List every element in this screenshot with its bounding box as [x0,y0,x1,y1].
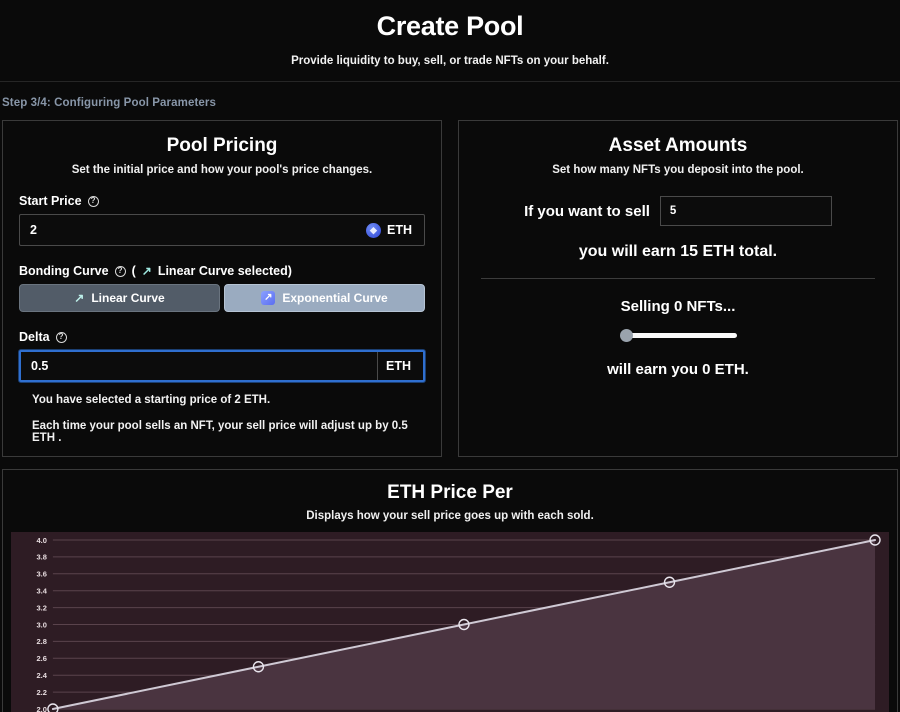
exponential-curve-label: Exponential Curve [282,291,387,305]
will-earn-text: will earn you 0 ETH. [475,361,881,378]
selling-slider[interactable] [620,328,737,342]
start-price-input-row[interactable]: ◆ ETH [19,214,425,246]
chart-subtitle: Displays how your sell price goes up wit… [11,510,889,522]
pool-pricing-title: Pool Pricing [19,135,425,158]
delta-label: Delta [19,330,50,344]
price-chart-panel: ETH Price Per Displays how your sell pri… [2,469,898,712]
chart-svg: 4.03.83.63.43.23.02.82.62.42.22.012345 [11,532,889,712]
slider-thumb[interactable] [620,329,633,342]
asset-panel-divider [481,278,875,279]
asset-amounts-subtitle: Set how many NFTs you deposit into the p… [475,164,881,176]
selling-slider-wrap [475,328,881,342]
svg-text:2.8: 2.8 [37,637,47,646]
svg-text:3.4: 3.4 [37,587,48,596]
svg-text:2.6: 2.6 [37,654,47,663]
delta-unit: ETH [377,352,423,380]
delta-unit-label: ETH [386,359,411,373]
question-circle-icon[interactable]: ? [56,332,67,343]
start-price-label: Start Price [19,194,82,208]
svg-text:3.8: 3.8 [37,553,47,562]
sell-amount-label: If you want to sell [524,203,650,220]
exponential-icon: ↗ [261,291,275,305]
svg-text:2.0: 2.0 [37,705,47,712]
svg-text:4.0: 4.0 [37,536,47,545]
svg-text:3.0: 3.0 [37,620,47,629]
question-circle-icon[interactable]: ? [88,196,99,207]
asset-amounts-title: Asset Amounts [475,135,881,158]
question-circle-icon[interactable]: ? [115,266,126,277]
page-header: Create Pool Provide liquidity to buy, se… [0,0,900,81]
start-price-unit-label: ETH [387,223,412,237]
sell-amount-row: If you want to sell [475,196,881,226]
delta-label-row: Delta ? [19,330,425,344]
start-price-label-row: Start Price ? [19,194,425,208]
app-root: Create Pool Provide liquidity to buy, se… [0,0,900,712]
slider-track[interactable] [627,333,737,338]
svg-text:3.6: 3.6 [37,570,47,579]
selling-count-text: Selling 0 NFTs... [475,298,881,315]
nft-amount-input[interactable] [661,205,834,217]
pool-pricing-panel: Pool Pricing Set the initial price and h… [2,120,442,457]
trend-up-icon: ↗ [142,264,152,278]
delta-input-row[interactable]: ETH [19,350,425,382]
asset-amounts-panel: Asset Amounts Set how many NFTs you depo… [458,120,898,457]
earn-total-text: you will earn 15 ETH total. [475,243,881,261]
nft-amount-input-row[interactable] [660,196,832,226]
exponential-curve-button[interactable]: ↗ Exponential Curve [224,284,425,312]
start-price-unit: ◆ ETH [358,215,424,245]
bonding-curve-label-row: Bonding Curve ? ( ↗ Linear Curve selecte… [19,264,425,278]
step-indicator: Step 3/4: Configuring Pool Parameters [0,82,900,120]
bonding-curve-selected-open: ( [132,264,136,278]
svg-text:2.2: 2.2 [37,688,47,697]
step-label: Step 3/4: Configuring Pool Parameters [2,97,216,109]
page-title: Create Pool [0,10,900,42]
page-subtitle: Provide liquidity to buy, sell, or trade… [0,55,900,67]
chart-plot-area: 4.03.83.63.43.23.02.82.62.42.22.012345 [11,532,889,712]
linear-curve-label: Linear Curve [91,291,164,305]
helper-delta: Each time your pool sells an NFT, your s… [19,420,425,444]
helper-start-price: You have selected a starting price of 2 … [19,394,425,406]
svg-text:2.4: 2.4 [37,671,48,680]
delta-input[interactable] [21,352,377,380]
eth-logo-icon: ◆ [366,223,381,238]
pool-pricing-subtitle: Set the initial price and how your pool'… [19,164,425,176]
bonding-curve-buttons: ↗ Linear Curve ↗ Exponential Curve [19,284,425,312]
start-price-input[interactable] [20,215,358,245]
bonding-curve-selected-note: Linear Curve selected) [158,264,292,278]
linear-curve-button[interactable]: ↗ Linear Curve [19,284,220,312]
panels-row: Pool Pricing Set the initial price and h… [0,120,900,457]
svg-text:3.2: 3.2 [37,604,47,613]
chart-title: ETH Price Per [11,482,889,504]
trend-up-icon: ↗ [74,291,84,305]
bonding-curve-label: Bonding Curve [19,264,109,278]
